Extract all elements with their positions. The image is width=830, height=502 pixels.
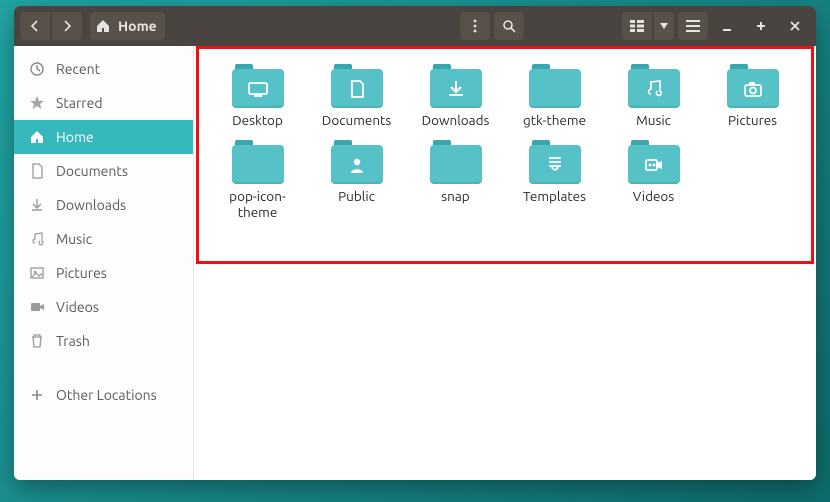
clock-icon xyxy=(28,60,46,78)
view-mode-button[interactable] xyxy=(622,12,652,40)
sidebar-item-label: Music xyxy=(56,231,92,247)
titlebar: Home xyxy=(14,6,816,46)
close-button[interactable] xyxy=(780,12,810,40)
folder-icon xyxy=(430,138,482,184)
star-icon xyxy=(28,94,46,112)
folder-item[interactable]: pop-icon-theme xyxy=(210,136,305,222)
minimize-icon xyxy=(721,20,733,32)
folder-item[interactable]: Videos xyxy=(606,136,701,222)
sidebar-item-trash[interactable]: Trash xyxy=(14,324,193,358)
folder-item[interactable]: Music xyxy=(606,60,701,130)
folder-item[interactable]: Downloads xyxy=(408,60,503,130)
list-view-icon xyxy=(630,20,644,32)
chevron-right-icon xyxy=(61,20,73,32)
document-icon xyxy=(28,162,46,180)
videos-icon xyxy=(28,298,46,316)
folder-item[interactable]: Pictures xyxy=(705,60,800,130)
home-icon xyxy=(28,128,46,146)
sidebar-item-label: Videos xyxy=(56,299,99,315)
folder-icon xyxy=(430,62,482,108)
folder-icon xyxy=(232,62,284,108)
folder-item[interactable]: Public xyxy=(309,136,404,222)
maximize-icon xyxy=(755,20,767,32)
folder-label: Desktop xyxy=(232,112,283,128)
sidebar-item-label: Downloads xyxy=(56,197,126,213)
folder-label: Downloads xyxy=(422,112,490,128)
folder-icon xyxy=(727,62,779,108)
folder-icon xyxy=(232,138,284,184)
folder-label: pop-icon-theme xyxy=(212,188,303,220)
forward-button[interactable] xyxy=(52,12,82,40)
folder-label: Videos xyxy=(633,188,674,204)
kebab-icon xyxy=(469,19,481,33)
view-group xyxy=(622,12,674,40)
sidebar-item-recent[interactable]: Recent xyxy=(14,52,193,86)
music-icon xyxy=(28,230,46,248)
sidebar-item-label: Recent xyxy=(56,61,100,77)
folder-item[interactable]: gtk-theme xyxy=(507,60,602,130)
sidebar-item-label: Starred xyxy=(56,95,103,111)
sidebar: Recent Starred Home Documents Downloads xyxy=(14,46,194,480)
folder-item[interactable]: Templates xyxy=(507,136,602,222)
folder-icon xyxy=(628,62,680,108)
folder-icon xyxy=(331,138,383,184)
folder-icon xyxy=(628,138,680,184)
download-icon xyxy=(28,196,46,214)
sidebar-item-label: Trash xyxy=(56,333,90,349)
path-bar[interactable]: Home xyxy=(90,12,165,40)
folder-label: Music xyxy=(636,112,671,128)
sidebar-item-label: Pictures xyxy=(56,265,107,281)
folder-label: Templates xyxy=(523,188,586,204)
folder-icon xyxy=(331,62,383,108)
folder-item[interactable]: Documents xyxy=(309,60,404,130)
chevron-left-icon xyxy=(29,20,41,32)
maximize-button[interactable] xyxy=(746,12,776,40)
folder-icon xyxy=(529,138,581,184)
sidebar-item-label: Other Locations xyxy=(56,387,157,403)
sidebar-item-other-locations[interactable]: Other Locations xyxy=(14,378,193,412)
search-icon xyxy=(502,19,516,33)
folder-label: gtk-theme xyxy=(523,112,586,128)
back-button[interactable] xyxy=(20,12,50,40)
sidebar-item-label: Documents xyxy=(56,163,128,179)
folder-label: Pictures xyxy=(728,112,777,128)
sidebar-item-home[interactable]: Home xyxy=(14,120,193,154)
close-icon xyxy=(789,20,801,32)
sidebar-item-pictures[interactable]: Pictures xyxy=(14,256,193,290)
sidebar-item-label: Home xyxy=(56,129,94,145)
file-manager-window: Home xyxy=(14,6,816,480)
folder-icon xyxy=(529,62,581,108)
plus-icon xyxy=(28,386,46,404)
nav-group xyxy=(20,12,82,40)
sidebar-item-documents[interactable]: Documents xyxy=(14,154,193,188)
home-icon xyxy=(94,17,112,35)
pictures-icon xyxy=(28,264,46,282)
folder-grid: Desktop Documents Downloads gtk-theme Music P… xyxy=(204,56,806,227)
folder-item[interactable]: Desktop xyxy=(210,60,305,130)
sidebar-item-music[interactable]: Music xyxy=(14,222,193,256)
content-pane[interactable]: Desktop Documents Downloads gtk-theme Music P… xyxy=(194,46,816,480)
actions-menu-button[interactable] xyxy=(460,12,490,40)
path-label: Home xyxy=(118,18,157,34)
trash-icon xyxy=(28,332,46,350)
sidebar-item-videos[interactable]: Videos xyxy=(14,290,193,324)
search-button[interactable] xyxy=(494,12,524,40)
folder-label: Public xyxy=(338,188,375,204)
hamburger-menu-button[interactable] xyxy=(678,12,708,40)
folder-item[interactable]: snap xyxy=(408,136,503,222)
caret-down-icon xyxy=(660,23,668,29)
sidebar-item-downloads[interactable]: Downloads xyxy=(14,188,193,222)
hamburger-icon xyxy=(686,20,700,32)
view-mode-dropdown[interactable] xyxy=(654,12,674,40)
folder-label: Documents xyxy=(322,112,391,128)
minimize-button[interactable] xyxy=(712,12,742,40)
sidebar-item-starred[interactable]: Starred xyxy=(14,86,193,120)
folder-label: snap xyxy=(441,188,469,204)
